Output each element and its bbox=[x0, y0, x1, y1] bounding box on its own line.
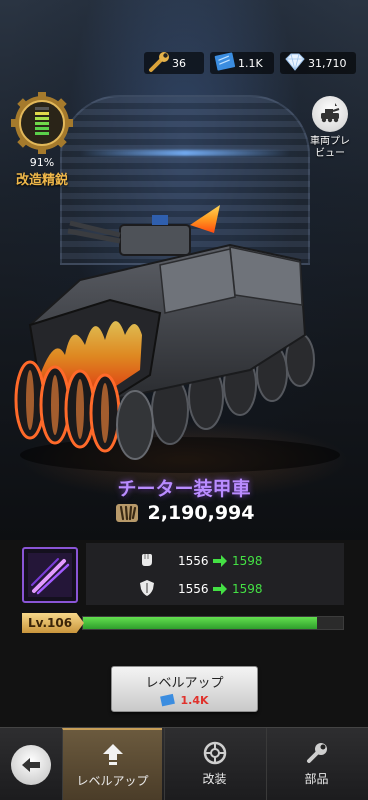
blueprint-icon bbox=[214, 52, 236, 71]
modify-gear-icon bbox=[203, 741, 226, 765]
stat-defense-next: 1598 bbox=[232, 582, 263, 596]
resource-diamond[interactable]: 31,710 bbox=[280, 52, 356, 74]
stat-defense: 1556 1598 bbox=[86, 576, 344, 602]
level-up-label: レベルアップ bbox=[145, 676, 224, 691]
tab-modify-label: 改装 bbox=[202, 772, 227, 786]
resource-bar: 36 1.1K 31,710 bbox=[144, 52, 356, 74]
bottom-nav: レベルアップ 改装 部品 bbox=[0, 727, 368, 800]
vehicle-preview-label-line2: ビュー bbox=[315, 148, 345, 159]
vehicle-preview-icon bbox=[321, 103, 340, 123]
vehicle-power-value: 2,190,994 bbox=[147, 502, 255, 524]
power-claw-icon bbox=[115, 504, 138, 522]
tab-level-up-label: レベルアップ bbox=[76, 774, 149, 788]
level-label: Lv.106 bbox=[22, 613, 84, 633]
stat-defense-current: 1556 bbox=[178, 582, 209, 596]
resource-diamond-value: 31,710 bbox=[308, 56, 347, 70]
arrow-right-icon bbox=[213, 555, 227, 567]
tab-modify[interactable]: 改装 bbox=[164, 728, 264, 800]
level-progress: Lv.106 bbox=[22, 613, 344, 633]
vehicle-preview-label-line1: 車両プレ bbox=[310, 136, 350, 147]
vehicle-power: 2,190,994 bbox=[0, 502, 368, 524]
back-arrow-icon bbox=[22, 757, 40, 772]
vehicle-preview-circle bbox=[312, 96, 348, 132]
level-up-cost: 1.4K bbox=[112, 693, 257, 707]
level-up-button[interactable]: レベルアップ 1.4K bbox=[111, 666, 258, 712]
modification-percent: 91% bbox=[29, 156, 55, 169]
level-up-arrow-icon bbox=[102, 744, 123, 765]
parts-wrench-icon bbox=[306, 743, 327, 763]
arrow-right-icon bbox=[213, 583, 227, 595]
resource-wrench[interactable]: 36 bbox=[144, 52, 204, 74]
back-circle bbox=[11, 744, 51, 785]
blueprint-icon bbox=[160, 693, 176, 707]
tab-parts[interactable]: 部品 bbox=[266, 728, 366, 800]
garage-light bbox=[80, 150, 290, 156]
tab-parts-label: 部品 bbox=[304, 772, 329, 786]
modification-gear-icon bbox=[11, 92, 73, 154]
defense-shield-icon bbox=[140, 580, 154, 596]
tab-level-up[interactable]: レベルアップ bbox=[62, 728, 162, 800]
stat-attack: 1556 1598 bbox=[86, 548, 344, 574]
stat-attack-current: 1556 bbox=[178, 554, 209, 568]
back-button[interactable] bbox=[0, 728, 62, 800]
wrench-icon bbox=[149, 52, 169, 72]
skill-icon-button[interactable] bbox=[22, 547, 78, 603]
vehicle-preview-label: 車両プレ ビュー bbox=[302, 136, 358, 160]
resource-blueprint-value: 1.1K bbox=[238, 56, 263, 70]
modification-badge[interactable]: 91% 改造精鋭 bbox=[6, 92, 78, 188]
stat-attack-next: 1598 bbox=[232, 554, 263, 568]
level-up-cost-value: 1.4K bbox=[180, 693, 209, 707]
diamond-icon bbox=[285, 53, 305, 71]
resource-blueprint[interactable]: 1.1K bbox=[210, 52, 274, 74]
level-bar-track bbox=[82, 616, 344, 630]
armored-vehicle-image[interactable] bbox=[0, 185, 368, 485]
vehicle-preview-button[interactable]: 車両プレ ビュー bbox=[302, 96, 358, 160]
resource-wrench-value: 36 bbox=[172, 56, 186, 70]
level-bar-fill bbox=[83, 617, 317, 629]
attack-fist-icon bbox=[142, 554, 152, 566]
stat-box: 1556 1598 1556 1598 bbox=[86, 543, 344, 605]
skill-slash-icon bbox=[28, 553, 72, 597]
vehicle-name: チーター装甲車 bbox=[117, 478, 251, 500]
stats-panel: 1556 1598 1556 1598 bbox=[22, 543, 344, 605]
